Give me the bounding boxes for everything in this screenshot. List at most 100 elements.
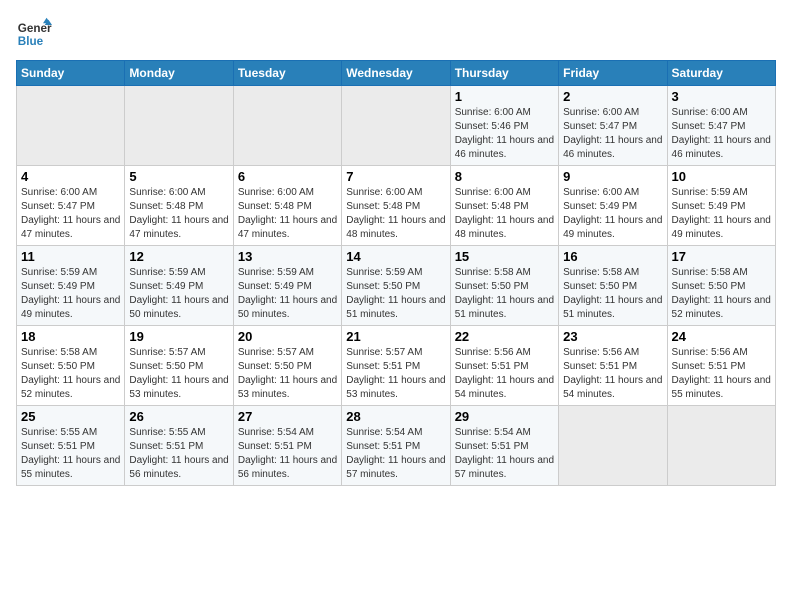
day-info: Sunrise: 5:54 AMSunset: 5:51 PMDaylight:… bbox=[455, 426, 554, 482]
logo: General Blue bbox=[16, 16, 52, 52]
day-info: Sunrise: 5:59 AMSunset: 5:50 PMDaylight:… bbox=[346, 266, 445, 322]
calendar-cell: 16 Sunrise: 5:58 AMSunset: 5:50 PMDayligh… bbox=[559, 246, 667, 326]
day-number: 10 bbox=[672, 169, 771, 184]
day-info: Sunrise: 5:58 AMSunset: 5:50 PMDaylight:… bbox=[455, 266, 554, 322]
calendar-cell: 17 Sunrise: 5:58 AMSunset: 5:50 PMDayligh… bbox=[667, 246, 775, 326]
day-number: 2 bbox=[563, 89, 662, 104]
day-info: Sunrise: 6:00 AMSunset: 5:48 PMDaylight:… bbox=[238, 186, 337, 242]
column-header-friday: Friday bbox=[559, 61, 667, 86]
day-number: 5 bbox=[129, 169, 228, 184]
calendar-cell: 25Sunrise: 5:55 AMSunset: 5:51 PMDayligh… bbox=[17, 406, 125, 486]
calendar-cell: 10 Sunrise: 5:59 AMSunset: 5:49 PMDayligh… bbox=[667, 166, 775, 246]
day-info: Sunrise: 6:00 AMSunset: 5:48 PMDaylight:… bbox=[455, 186, 554, 242]
day-number: 12 bbox=[129, 249, 228, 264]
day-number: 23 bbox=[563, 329, 662, 344]
calendar-cell: 18 Sunrise: 5:58 AMSunset: 5:50 PMDayligh… bbox=[17, 326, 125, 406]
day-info: Sunrise: 5:59 AMSunset: 5:49 PMDaylight:… bbox=[21, 266, 120, 322]
day-number: 9 bbox=[563, 169, 662, 184]
column-header-wednesday: Wednesday bbox=[342, 61, 450, 86]
calendar-cell: 21Sunrise: 5:57 AMSunset: 5:51 PMDayligh… bbox=[342, 326, 450, 406]
calendar-week-5: 25 Sunrise: 5:55 AMSunset: 5:51 PMDayligh… bbox=[17, 406, 776, 486]
calendar-cell bbox=[559, 406, 667, 486]
calendar-cell: 27 Sunrise: 5:54 AMSunset: 5:51 PMDayligh… bbox=[233, 406, 341, 486]
calendar-cell bbox=[17, 86, 125, 166]
day-number: 20 bbox=[238, 329, 337, 344]
calendar-cell: 20 Sunrise: 5:57 AMSunset: 5:50 PMDayligh… bbox=[233, 326, 341, 406]
column-header-saturday: Saturday bbox=[667, 61, 775, 86]
calendar-week-1: 1Sunrise: 6:00 AMSunset: 5:46 PMDaylight… bbox=[17, 86, 776, 166]
day-info: Sunrise: 5:54 AMSunset: 5:51 PMDaylight:… bbox=[238, 426, 337, 482]
day-number: 14 bbox=[346, 249, 445, 264]
svg-text:Blue: Blue bbox=[18, 35, 44, 48]
day-number: 4 bbox=[21, 169, 120, 184]
day-info: Sunrise: 6:00 AMSunset: 5:47 PMDaylight:… bbox=[563, 106, 662, 162]
calendar-cell: 4Sunrise: 6:00 AMSunset: 5:47 PMDaylight… bbox=[17, 166, 125, 246]
day-info: Sunrise: 5:55 AMSunset: 5:51 PMDaylight:… bbox=[129, 426, 228, 482]
day-info: Sunrise: 5:57 AMSunset: 5:50 PMDaylight:… bbox=[238, 346, 337, 402]
day-info: Sunrise: 5:56 AMSunset: 5:51 PMDaylight:… bbox=[455, 346, 554, 402]
day-info: Sunrise: 5:59 AMSunset: 5:49 PMDaylight:… bbox=[129, 266, 228, 322]
column-header-sunday: Sunday bbox=[17, 61, 125, 86]
day-info: Sunrise: 5:58 AMSunset: 5:50 PMDaylight:… bbox=[21, 346, 120, 402]
calendar-week-4: 18 Sunrise: 5:58 AMSunset: 5:50 PMDayligh… bbox=[17, 326, 776, 406]
calendar-cell: 26 Sunrise: 5:55 AMSunset: 5:51 PMDayligh… bbox=[125, 406, 233, 486]
day-number: 19 bbox=[129, 329, 228, 344]
day-number: 29 bbox=[455, 409, 554, 424]
column-header-tuesday: Tuesday bbox=[233, 61, 341, 86]
calendar-cell bbox=[667, 406, 775, 486]
day-number: 16 bbox=[563, 249, 662, 264]
calendar-cell: 22 Sunrise: 5:56 AMSunset: 5:51 PMDayligh… bbox=[450, 326, 558, 406]
day-info: Sunrise: 5:56 AMSunset: 5:51 PMDaylight:… bbox=[672, 346, 771, 402]
calendar-cell: 13 Sunrise: 5:59 AMSunset: 5:49 PMDayligh… bbox=[233, 246, 341, 326]
day-number: 6 bbox=[238, 169, 337, 184]
day-info: Sunrise: 5:57 AMSunset: 5:50 PMDaylight:… bbox=[129, 346, 228, 402]
column-header-thursday: Thursday bbox=[450, 61, 558, 86]
calendar-table: SundayMondayTuesdayWednesdayThursdayFrid… bbox=[16, 60, 776, 486]
day-number: 8 bbox=[455, 169, 554, 184]
calendar-header-row: SundayMondayTuesdayWednesdayThursdayFrid… bbox=[17, 61, 776, 86]
calendar-body: 1Sunrise: 6:00 AMSunset: 5:46 PMDaylight… bbox=[17, 86, 776, 486]
day-number: 15 bbox=[455, 249, 554, 264]
day-info: Sunrise: 5:59 AMSunset: 5:49 PMDaylight:… bbox=[672, 186, 771, 242]
header: General Blue bbox=[16, 16, 776, 52]
day-number: 26 bbox=[129, 409, 228, 424]
column-header-monday: Monday bbox=[125, 61, 233, 86]
calendar-cell: 23Sunrise: 5:56 AMSunset: 5:51 PMDayligh… bbox=[559, 326, 667, 406]
day-number: 21 bbox=[346, 329, 445, 344]
calendar-cell: 6 Sunrise: 6:00 AMSunset: 5:48 PMDaylight… bbox=[233, 166, 341, 246]
day-number: 13 bbox=[238, 249, 337, 264]
calendar-cell bbox=[233, 86, 341, 166]
day-number: 25 bbox=[21, 409, 120, 424]
calendar-cell: 28 Sunrise: 5:54 AMSunset: 5:51 PMDayligh… bbox=[342, 406, 450, 486]
calendar-cell: 2 Sunrise: 6:00 AMSunset: 5:47 PMDaylight… bbox=[559, 86, 667, 166]
calendar-week-3: 11 Sunrise: 5:59 AMSunset: 5:49 PMDayligh… bbox=[17, 246, 776, 326]
calendar-cell: 7 Sunrise: 6:00 AMSunset: 5:48 PMDaylight… bbox=[342, 166, 450, 246]
calendar-cell: 15 Sunrise: 5:58 AMSunset: 5:50 PMDayligh… bbox=[450, 246, 558, 326]
calendar-cell: 8 Sunrise: 6:00 AMSunset: 5:48 PMDaylight… bbox=[450, 166, 558, 246]
day-number: 28 bbox=[346, 409, 445, 424]
calendar-cell: 14 Sunrise: 5:59 AMSunset: 5:50 PMDayligh… bbox=[342, 246, 450, 326]
day-number: 11 bbox=[21, 249, 120, 264]
calendar-cell: 1Sunrise: 6:00 AMSunset: 5:46 PMDaylight… bbox=[450, 86, 558, 166]
calendar-cell: 11 Sunrise: 5:59 AMSunset: 5:49 PMDayligh… bbox=[17, 246, 125, 326]
calendar-cell: 12 Sunrise: 5:59 AMSunset: 5:49 PMDayligh… bbox=[125, 246, 233, 326]
day-number: 22 bbox=[455, 329, 554, 344]
calendar-cell: 24Sunrise: 5:56 AMSunset: 5:51 PMDayligh… bbox=[667, 326, 775, 406]
day-info: Sunrise: 5:59 AMSunset: 5:49 PMDaylight:… bbox=[238, 266, 337, 322]
day-info: Sunrise: 6:00 AMSunset: 5:47 PMDaylight:… bbox=[672, 106, 771, 162]
calendar-cell: 29 Sunrise: 5:54 AMSunset: 5:51 PMDayligh… bbox=[450, 406, 558, 486]
day-info: Sunrise: 5:58 AMSunset: 5:50 PMDaylight:… bbox=[563, 266, 662, 322]
day-info: Sunrise: 6:00 AMSunset: 5:48 PMDaylight:… bbox=[346, 186, 445, 242]
day-number: 17 bbox=[672, 249, 771, 264]
day-number: 27 bbox=[238, 409, 337, 424]
day-info: Sunrise: 5:58 AMSunset: 5:50 PMDaylight:… bbox=[672, 266, 771, 322]
calendar-cell: 3Sunrise: 6:00 AMSunset: 5:47 PMDaylight… bbox=[667, 86, 775, 166]
day-number: 1 bbox=[455, 89, 554, 104]
day-number: 18 bbox=[21, 329, 120, 344]
calendar-cell bbox=[125, 86, 233, 166]
day-info: Sunrise: 5:54 AMSunset: 5:51 PMDaylight:… bbox=[346, 426, 445, 482]
day-info: Sunrise: 6:00 AMSunset: 5:48 PMDaylight:… bbox=[129, 186, 228, 242]
day-number: 7 bbox=[346, 169, 445, 184]
calendar-cell bbox=[342, 86, 450, 166]
calendar-week-2: 4Sunrise: 6:00 AMSunset: 5:47 PMDaylight… bbox=[17, 166, 776, 246]
